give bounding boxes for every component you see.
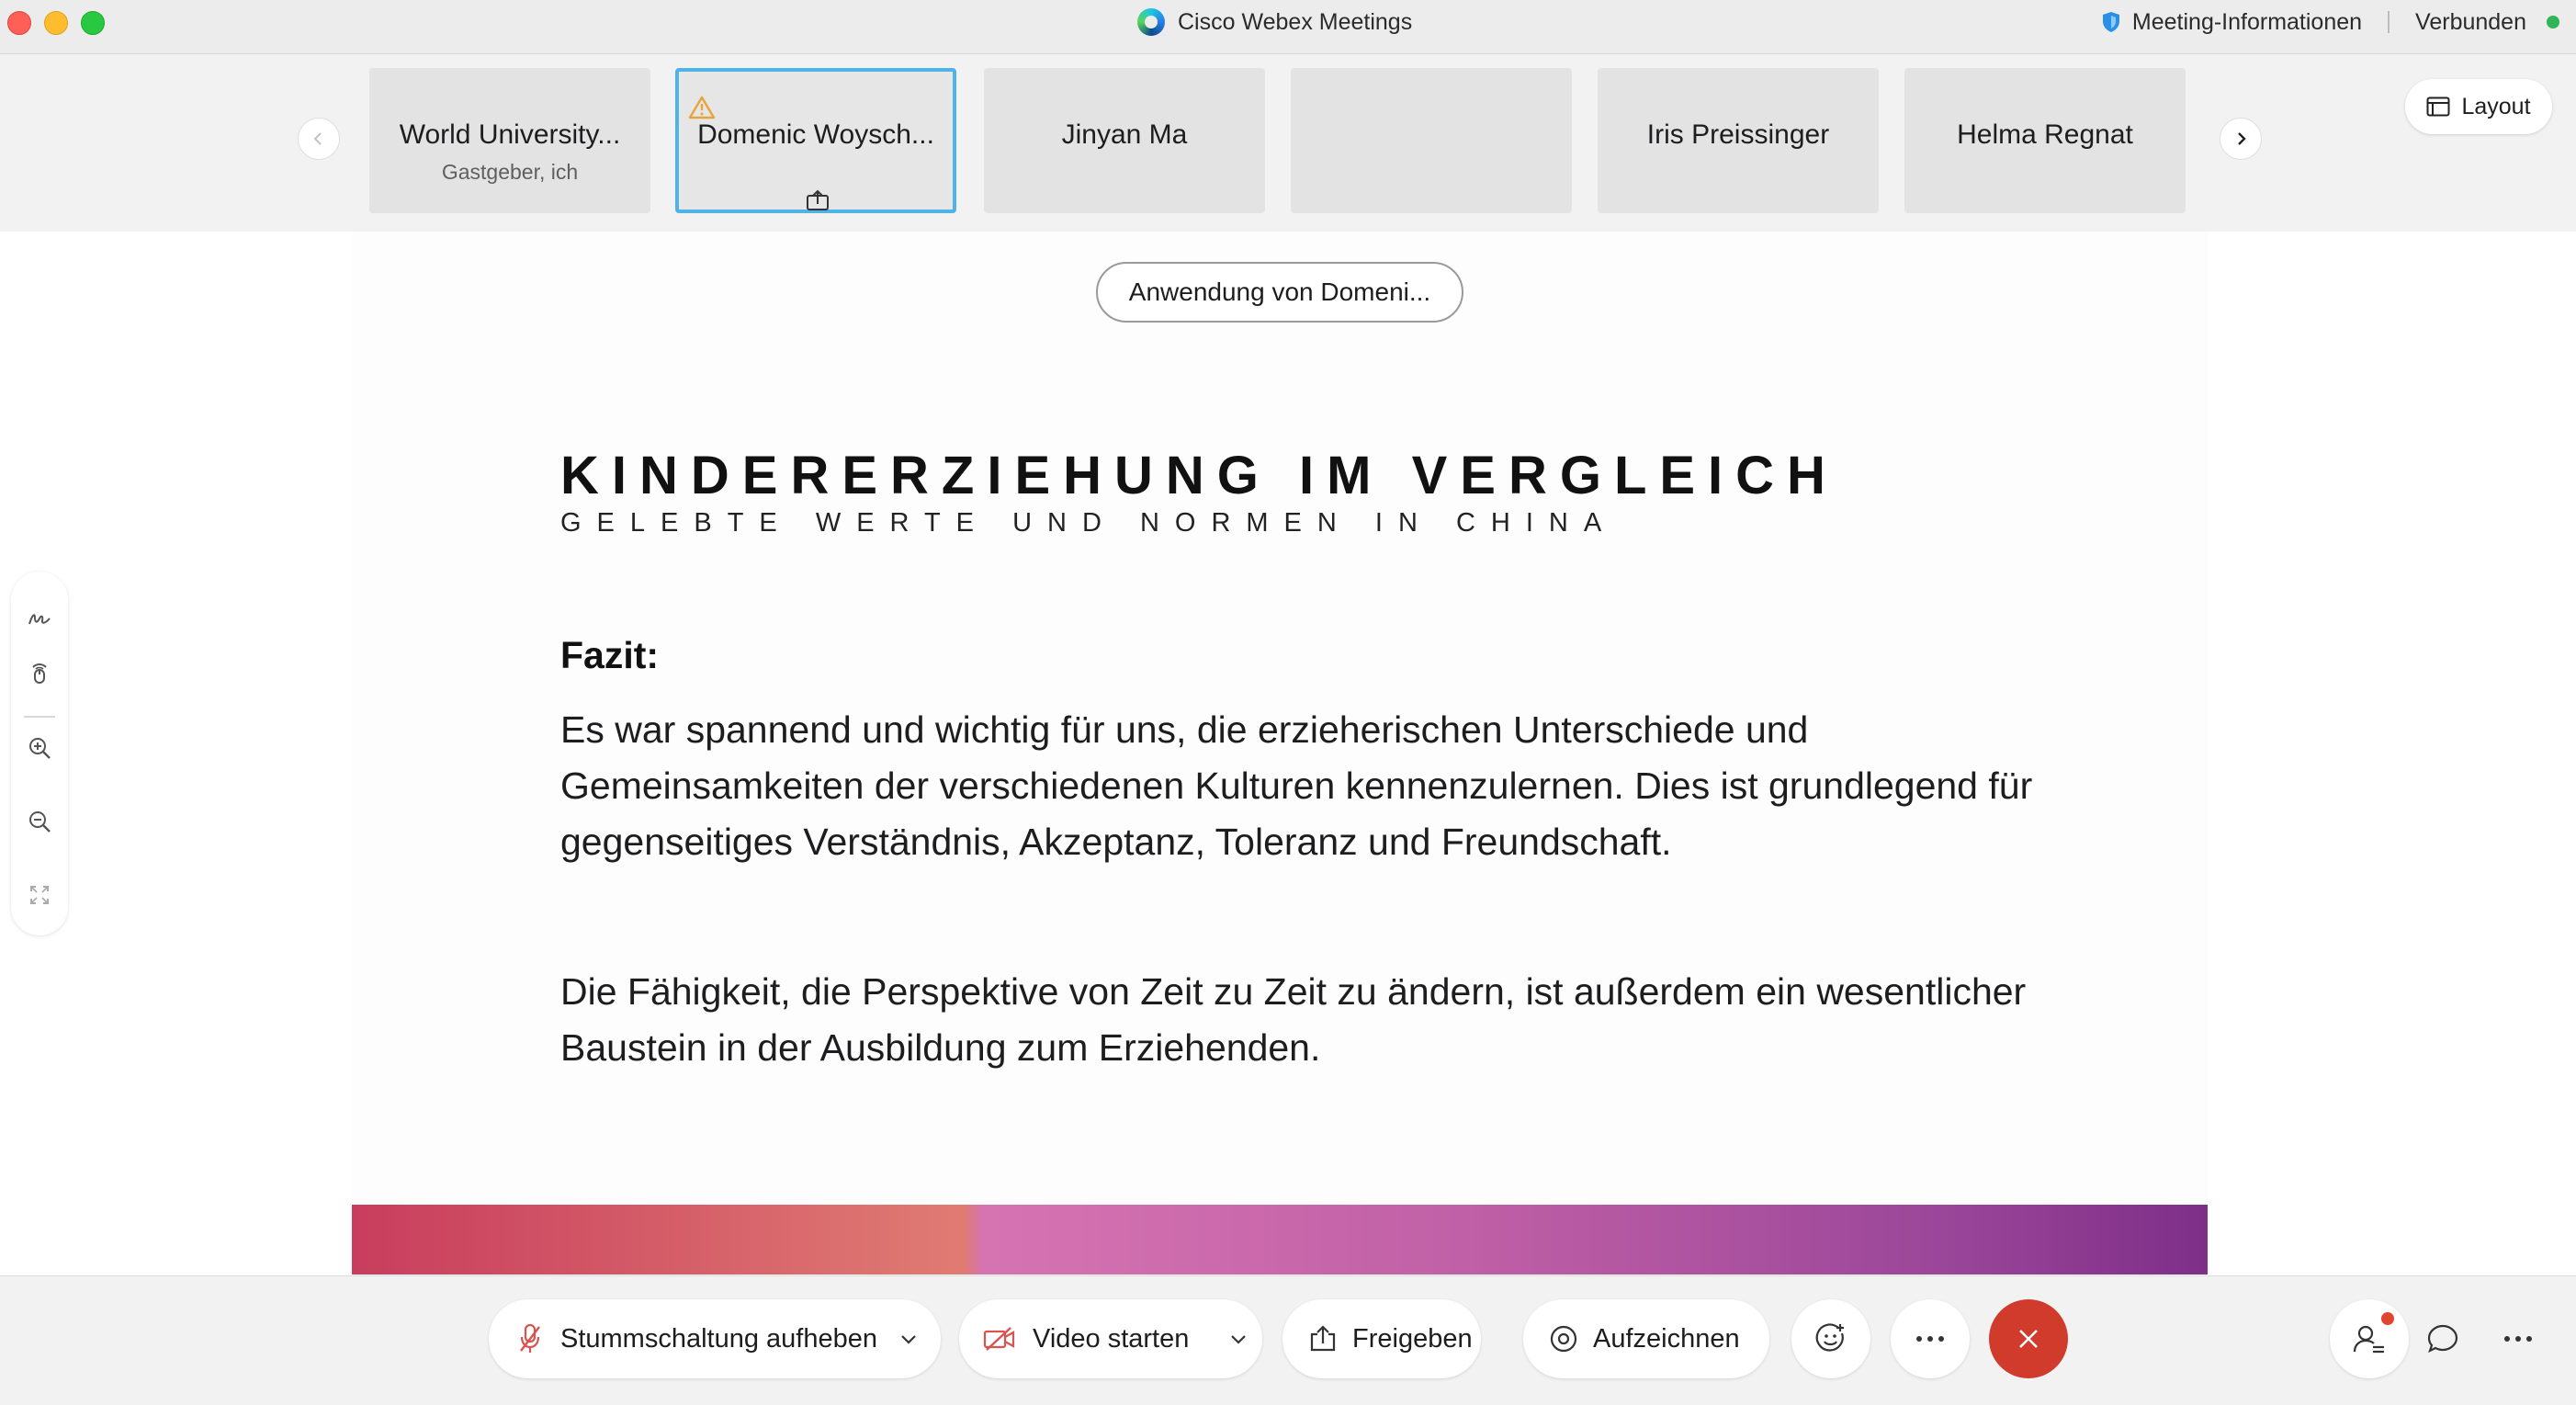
participant-tile[interactable]: Iris Preissinger — [1598, 68, 1879, 213]
participant-name: World University... — [399, 119, 621, 150]
chevron-down-icon[interactable] — [1229, 1332, 1248, 1345]
more-options-button[interactable] — [1891, 1299, 1970, 1378]
participants-icon — [2353, 1325, 2384, 1354]
participant-tile[interactable]: World University... Gastgeber, ich — [369, 68, 650, 213]
chevron-right-icon — [2238, 132, 2246, 145]
slide-paragraph-2: Die Fähigkeit, die Perspektive von Zeit … — [560, 964, 2141, 1076]
chat-bubble-icon — [2427, 1324, 2458, 1354]
notification-dot-icon — [2381, 1312, 2394, 1325]
participant-name: Domenic Woysch... — [697, 119, 934, 150]
share-button[interactable]: Freigeben — [1282, 1299, 1481, 1378]
zoom-in-button[interactable] — [25, 733, 54, 763]
minimize-window-button[interactable] — [44, 11, 68, 35]
participant-role: Gastgeber, ich — [441, 160, 579, 184]
unmute-label: Stummschaltung aufheben — [560, 1323, 877, 1354]
paragraph-line: Die Fähigkeit, die Perspektive von Zeit … — [560, 970, 2027, 1013]
participant-name: Helma Regnat — [1957, 119, 2133, 150]
participant-tile-active-speaker[interactable]: Domenic Woysch... — [675, 68, 956, 213]
reactions-button[interactable] — [1791, 1299, 1870, 1378]
paragraph-line: Es war spannend und wichtig für uns, die… — [560, 708, 1809, 751]
participant-name: Jinyan Ma — [1061, 119, 1188, 150]
pen-squiggle-icon — [28, 614, 51, 625]
remote-control-button[interactable] — [25, 658, 54, 687]
record-label: Aufzeichnen — [1593, 1323, 1740, 1354]
paragraph-line: Gemeinsamkeiten der verschiedenen Kultur… — [560, 765, 2033, 807]
panel-more-button[interactable] — [2479, 1299, 2558, 1378]
more-dots-icon — [1916, 1336, 1944, 1342]
connection-status: Verbunden — [2415, 8, 2526, 35]
chevron-left-icon — [313, 132, 322, 145]
app-title: Cisco Webex Meetings — [1137, 7, 1412, 37]
close-icon — [2019, 1330, 2038, 1348]
layout-label: Layout — [2461, 93, 2531, 119]
toolbar-divider — [24, 716, 55, 718]
annotation-toolbar — [11, 572, 68, 935]
chat-panel-button[interactable] — [2403, 1299, 2482, 1378]
emoji-add-icon — [1815, 1323, 1844, 1352]
expand-icon — [30, 886, 49, 904]
shield-icon — [2102, 12, 2119, 32]
record-button[interactable]: Aufzeichnen — [1523, 1299, 1769, 1378]
fit-to-window-button[interactable] — [25, 880, 54, 910]
annotate-button[interactable] — [25, 605, 54, 634]
slide-heading: Fazit: — [560, 634, 660, 676]
more-dots-icon — [2504, 1336, 2532, 1342]
participant-tile[interactable] — [1291, 68, 1572, 213]
video-off-icon — [983, 1327, 1015, 1351]
zoom-out-icon — [29, 811, 51, 833]
slide-title: KINDERERZIEHUNG IM VERGLEICH — [560, 446, 1838, 505]
unmute-button[interactable]: Stummschaltung aufheben — [489, 1299, 941, 1378]
microphone-muted-icon — [520, 1323, 540, 1353]
start-video-label: Video starten — [1033, 1323, 1190, 1354]
divider — [2388, 11, 2390, 33]
mouse-signal-icon — [32, 663, 47, 684]
slide-paragraph-1: Es war spannend und wichtig für uns, die… — [560, 702, 2141, 870]
slide-subtitle: GELEBTE WERTE UND NORMEN IN CHINA — [560, 508, 1618, 538]
webex-logo-icon — [1137, 8, 1165, 36]
layout-icon — [2426, 96, 2450, 117]
share-icon — [1310, 1325, 1336, 1352]
layout-button[interactable]: Layout — [2405, 79, 2552, 134]
start-video-button[interactable]: Video starten — [959, 1299, 1262, 1378]
sharing-icon — [807, 189, 829, 210]
status-dot-icon — [2547, 16, 2559, 28]
previous-participants-button[interactable] — [298, 118, 340, 160]
close-window-button[interactable] — [7, 11, 31, 35]
app-title-text: Cisco Webex Meetings — [1178, 8, 1413, 35]
participant-name: Iris Preissinger — [1646, 119, 1830, 150]
paragraph-line: Baustein in der Ausbildung zum Erziehend… — [560, 1026, 1321, 1069]
meeting-info-link[interactable]: Meeting-Informationen — [2132, 9, 2362, 36]
end-meeting-button[interactable] — [1989, 1299, 2068, 1378]
record-icon — [1550, 1325, 1577, 1353]
zoom-in-icon — [29, 738, 51, 759]
shared-application-button[interactable]: Anwendung von Domeni... — [1096, 262, 1463, 323]
paragraph-line: gegenseitiges Verständnis, Akzeptanz, To… — [560, 821, 1672, 863]
share-label: Freigeben — [1352, 1323, 1473, 1354]
title-bar: Cisco Webex Meetings Meeting-Information… — [0, 0, 2576, 54]
zoom-out-button[interactable] — [25, 807, 54, 836]
participant-tile[interactable]: Helma Regnat — [1904, 68, 2186, 213]
zoom-window-button[interactable] — [81, 11, 105, 35]
participants-panel-button[interactable] — [2330, 1299, 2409, 1378]
next-participants-button[interactable] — [2220, 118, 2262, 160]
title-bar-right: Meeting-Informationen Verbunden — [2101, 6, 2559, 39]
chevron-down-icon[interactable] — [899, 1332, 918, 1345]
warning-icon — [688, 96, 716, 119]
participant-tile[interactable]: Jinyan Ma — [984, 68, 1265, 213]
slide-gradient-band — [352, 1205, 2208, 1275]
